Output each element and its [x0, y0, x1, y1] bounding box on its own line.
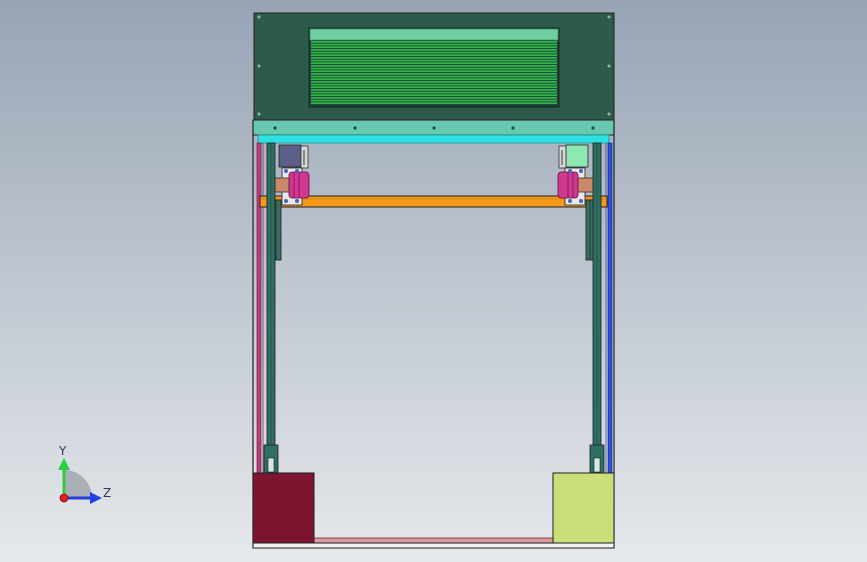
louver-slat	[311, 65, 557, 67]
louver-slat	[311, 51, 557, 54]
louver-slat	[311, 57, 557, 59]
right-base-block	[552, 472, 615, 544]
louver-slat	[311, 62, 557, 65]
louver-slat	[311, 75, 557, 78]
louver-slat	[311, 78, 557, 81]
orientation-triad[interactable]: Y Z	[58, 444, 111, 504]
base-assembly[interactable]	[252, 472, 615, 549]
triad-origin	[59, 493, 69, 503]
z-axis-arrowhead	[90, 492, 102, 504]
left-guide-rail	[256, 142, 262, 474]
louver-slat	[311, 94, 557, 97]
louver-slat	[311, 89, 557, 91]
triad-arc	[64, 470, 92, 498]
louver-slat	[311, 67, 557, 70]
cross-beam[interactable]	[259, 195, 608, 208]
right-motor-bracket	[565, 144, 589, 168]
louver-slat	[311, 102, 557, 105]
cross-beam-body	[259, 195, 608, 208]
louver-frame	[309, 28, 559, 41]
base-plate	[252, 542, 615, 549]
cad-viewport[interactable]: Y Z	[0, 0, 867, 562]
base-rail	[313, 537, 554, 544]
right-guide-rail	[607, 142, 613, 474]
cyan-bar	[257, 134, 610, 144]
louver-slat	[311, 70, 557, 73]
louver-slat	[311, 99, 557, 102]
z-axis-label: Z	[103, 486, 111, 500]
left-base-block	[252, 472, 315, 544]
left-column[interactable]	[263, 142, 279, 474]
y-axis-label: Y	[58, 444, 67, 458]
louver-slat	[311, 86, 557, 89]
left-motor-bracket	[278, 144, 302, 168]
y-axis-arrowhead	[58, 458, 70, 470]
louver-slat	[311, 43, 557, 46]
top-housing[interactable]	[253, 12, 615, 121]
louver-slat	[311, 49, 557, 51]
louver-slat	[311, 91, 557, 94]
louver-slat	[311, 97, 557, 99]
top-plate[interactable]	[252, 119, 615, 144]
louver-slat	[311, 54, 557, 57]
louver-slat	[311, 81, 557, 83]
louver-slat	[311, 83, 557, 86]
louver-slat	[311, 41, 557, 43]
louver-slat	[311, 46, 557, 49]
louver-slat	[311, 73, 557, 75]
right-column[interactable]	[589, 142, 605, 474]
louver-slat	[311, 59, 557, 62]
